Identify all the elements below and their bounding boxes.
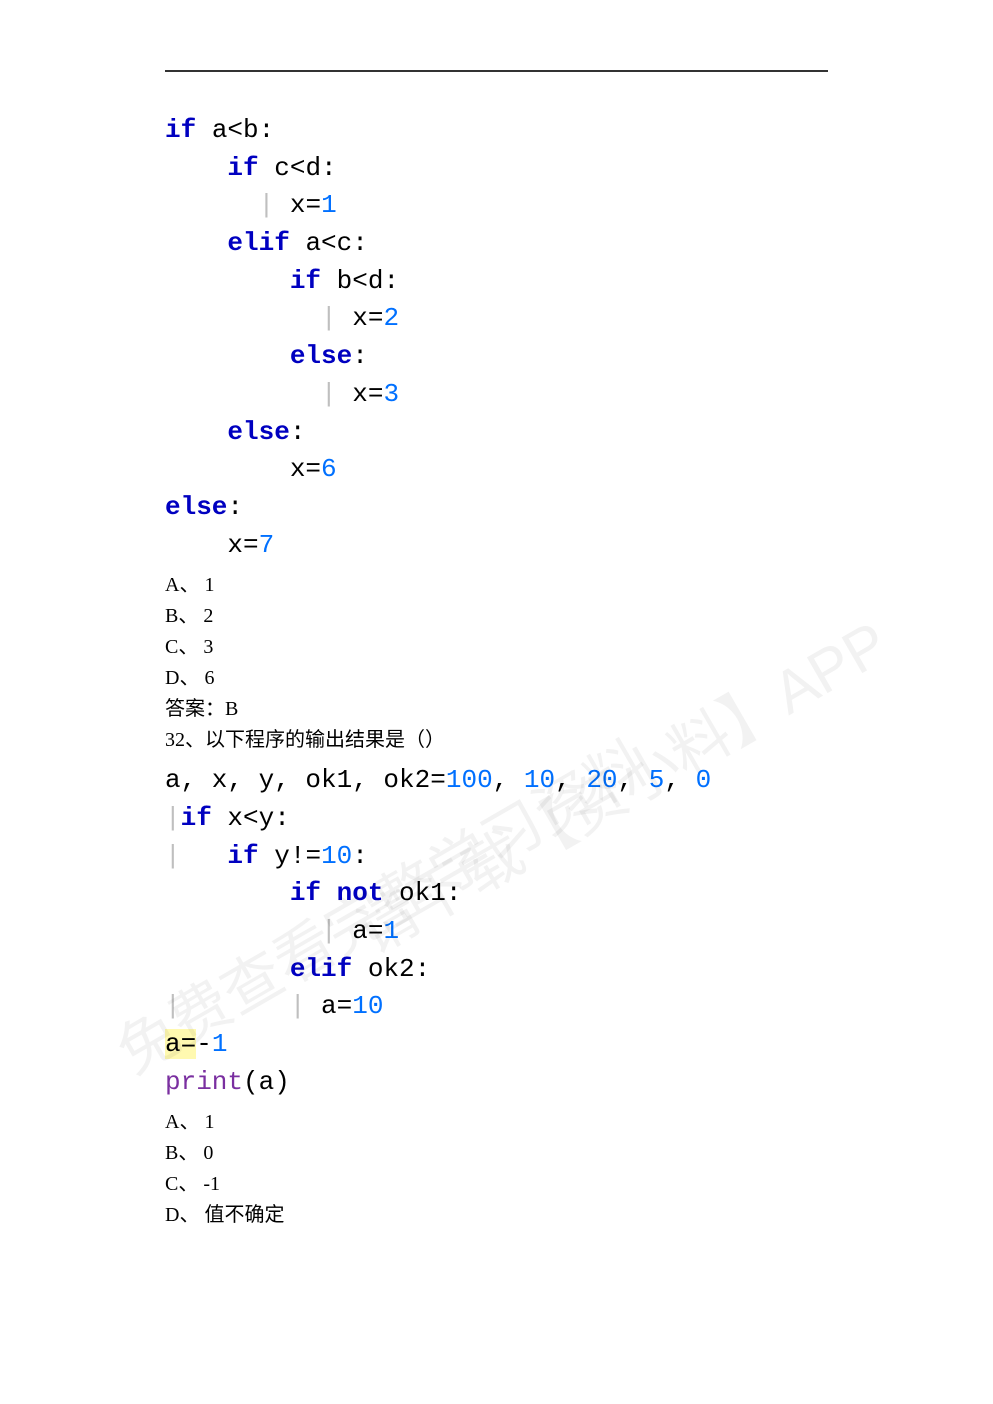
code-text: a<c:: [290, 228, 368, 258]
option-c: C、 -1: [165, 1169, 828, 1200]
code-text: b<d:: [321, 266, 399, 296]
code-text: :: [290, 417, 306, 447]
code-line: if c<d:: [227, 153, 336, 183]
code-text: -: [196, 1029, 212, 1059]
code-text: x=: [352, 379, 383, 409]
number-literal: 100: [446, 765, 493, 795]
keyword-elif: elif: [227, 228, 289, 258]
code-line: if not ok1:: [290, 878, 462, 908]
number-literal: 10: [352, 991, 383, 1021]
keyword-if: if: [227, 841, 258, 871]
q32-options: A、 1 B、 0 C、 -1 D、 值不确定: [165, 1107, 828, 1231]
code-text: x<y:: [212, 803, 290, 833]
code-text: :: [352, 341, 368, 371]
highlighted-text: a=: [165, 1029, 196, 1059]
indent-guide: |: [321, 379, 337, 409]
code-text: ok1:: [383, 878, 461, 908]
option-c: C、 3: [165, 632, 828, 663]
indent-guide: |: [165, 803, 181, 833]
code-line: if b<d:: [290, 266, 399, 296]
number-literal: 1: [212, 1029, 228, 1059]
keyword-if: if: [227, 153, 258, 183]
number-literal: 1: [321, 190, 337, 220]
code-text: (a): [243, 1067, 290, 1097]
code-text: a=: [321, 991, 352, 1021]
option-a: A、 1: [165, 1107, 828, 1138]
indent-guide: |: [259, 190, 275, 220]
indent-guide: |: [321, 303, 337, 333]
option-d: D、 值不确定: [165, 1200, 828, 1231]
code-line: if a<b:: [165, 115, 274, 145]
code-text: :: [352, 841, 368, 871]
keyword-if-not: if not: [290, 878, 384, 908]
header-rule: [165, 70, 828, 72]
option-b: B、 2: [165, 601, 828, 632]
code-text: y!=: [259, 841, 321, 871]
keyword-else: else: [227, 417, 289, 447]
q32-code-block: a, x, y, ok1, ok2=100, 10, 20, 5, 0 |if …: [165, 762, 828, 1101]
q31-code-block: if a<b: if c<d: | x=1 elif a<c: if b<d: …: [165, 112, 828, 564]
q32-prompt: 32、以下程序的输出结果是（）: [165, 725, 828, 756]
keyword-if: if: [290, 266, 321, 296]
code-line: a, x, y, ok1, ok2=100, 10, 20, 5, 0: [165, 765, 711, 795]
number-literal: 2: [383, 303, 399, 333]
keyword-if: if: [165, 115, 196, 145]
keyword-else: else: [290, 341, 352, 371]
indent-guide: |: [321, 916, 337, 946]
answer-line: 答案：B: [165, 694, 828, 725]
code-text: a, x, y, ok1, ok2=: [165, 765, 446, 795]
keyword-if: if: [181, 803, 212, 833]
q31-options: A、 1 B、 2 C、 3 D、 6 答案：B 32、以下程序的输出结果是（）: [165, 570, 828, 756]
code-line: a=-1: [165, 1029, 227, 1059]
keyword-else: else: [165, 492, 227, 522]
option-a: A、 1: [165, 570, 828, 601]
code-line: else:: [290, 341, 368, 371]
code-text: x=: [352, 303, 383, 333]
code-text: a=: [352, 916, 383, 946]
code-text: x=: [227, 530, 258, 560]
code-line: elif ok2:: [290, 954, 430, 984]
indent-guide: |: [165, 841, 181, 871]
code-line: if y!=10:: [227, 841, 367, 871]
option-b: B、 0: [165, 1138, 828, 1169]
number-literal: 6: [321, 454, 337, 484]
code-line: if x<y:: [181, 803, 290, 833]
code-line: else:: [227, 417, 305, 447]
number-literal: 20: [586, 765, 617, 795]
number-literal: 10: [321, 841, 352, 871]
code-line: print(a): [165, 1067, 290, 1097]
function-print: print: [165, 1067, 243, 1097]
code-text: x=: [290, 190, 321, 220]
code-text: :: [227, 492, 243, 522]
number-literal: 10: [524, 765, 555, 795]
code-line: else:: [165, 492, 243, 522]
code-line: elif a<c:: [227, 228, 367, 258]
indent-guide: |: [290, 991, 306, 1021]
number-literal: 7: [259, 530, 275, 560]
keyword-elif: elif: [290, 954, 352, 984]
number-literal: 0: [696, 765, 712, 795]
number-literal: 3: [383, 379, 399, 409]
document-page: 免费查看完整学习资料 请下载【资小料】APP if a<b: if c<d: |…: [0, 0, 993, 1404]
number-literal: 5: [649, 765, 665, 795]
number-literal: 1: [383, 916, 399, 946]
code-text: c<d:: [259, 153, 337, 183]
code-text: a<b:: [196, 115, 274, 145]
option-d: D、 6: [165, 663, 828, 694]
code-text: x=: [290, 454, 321, 484]
code-text: ok2:: [352, 954, 430, 984]
indent-guide: |: [165, 991, 181, 1021]
